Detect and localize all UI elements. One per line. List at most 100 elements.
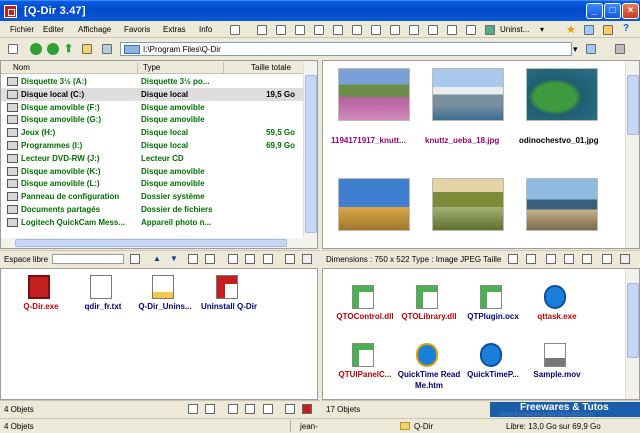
layout-4-icon[interactable]: [314, 25, 324, 35]
column-size[interactable]: Taille totale: [251, 63, 291, 72]
cut-icon[interactable]: [228, 254, 238, 264]
maximize-button[interactable]: □: [604, 3, 621, 19]
drive-row[interactable]: Documents partagés Dossier de fichiers: [1, 203, 305, 216]
layout-12-icon[interactable]: [466, 25, 476, 35]
go-icon[interactable]: [586, 44, 596, 54]
menu-editer[interactable]: Editer: [43, 25, 64, 34]
menu-extras[interactable]: Extras: [163, 25, 186, 34]
refresh-icon[interactable]: [205, 254, 215, 264]
layout-7-icon[interactable]: [371, 25, 381, 35]
menu-fichier[interactable]: Fichier: [10, 25, 34, 34]
drive-row[interactable]: Disque amovible (L:) Disque amovible: [1, 177, 305, 190]
cut-icon[interactable]: [546, 254, 556, 264]
image-thumb[interactable]: knuttz_ueba_18.jpg: [425, 63, 505, 145]
menu-info[interactable]: Info: [199, 25, 212, 34]
column-type[interactable]: Type: [143, 63, 160, 72]
copy-icon[interactable]: [245, 254, 255, 264]
list-view-icon[interactable]: [8, 44, 18, 54]
back-icon[interactable]: [30, 43, 42, 55]
vertical-scrollbar[interactable]: [303, 61, 317, 248]
scroll-thumb[interactable]: [305, 75, 317, 233]
watermark-url: www.freewares-tutos.blogspot.com: [500, 412, 594, 418]
cut-icon[interactable]: [228, 404, 238, 414]
pane-icon[interactable]: [302, 254, 312, 264]
copy-icon[interactable]: [245, 404, 255, 414]
layout-1-icon[interactable]: [257, 25, 267, 35]
image-thumb[interactable]: odinochestvo_01.jpg: [519, 63, 599, 145]
drive-row[interactable]: Panneau de configuration Dossier système: [1, 190, 305, 203]
image-thumb[interactable]: [425, 173, 505, 243]
column-name[interactable]: Nom: [13, 63, 30, 72]
filter-icon[interactable]: [188, 404, 198, 414]
refresh-icon[interactable]: [205, 404, 215, 414]
layout-9-icon[interactable]: [409, 25, 419, 35]
scroll-thumb[interactable]: [627, 283, 639, 358]
menu-affichage[interactable]: Affichage: [78, 25, 111, 34]
layout-8-icon[interactable]: [390, 25, 400, 35]
image-thumb[interactable]: [331, 173, 411, 243]
layout-2-icon[interactable]: [276, 25, 286, 35]
scroll-thumb[interactable]: [627, 75, 639, 135]
file-item[interactable]: Uninstall Q-Dir: [189, 271, 269, 331]
pane-icon[interactable]: [620, 254, 630, 264]
drive-row[interactable]: Lecteur DVD-RW (J:) Lecteur CD: [1, 152, 305, 165]
file-item[interactable]: qttask.exe: [517, 281, 597, 341]
images-footer: Dimensions : 750 x 522 Type : Image JPEG…: [322, 250, 640, 267]
drive-row[interactable]: Disque amovible (K:) Disque amovible: [1, 165, 305, 178]
help-icon[interactable]: ?: [623, 23, 629, 34]
drive-row[interactable]: Disquette 3½ (A:) Disquette 3½ po...: [1, 75, 305, 88]
paste-icon[interactable]: [582, 254, 592, 264]
address-bar[interactable]: I:\Program Files\Q-Dir: [120, 42, 572, 56]
down-icon[interactable]: ▼: [170, 254, 178, 263]
uninstall-icon[interactable]: [485, 25, 495, 35]
uninstall-label[interactable]: Uninst...: [500, 25, 529, 34]
edit-icon[interactable]: [285, 254, 295, 264]
drive-row[interactable]: Jeux (H:) Disque local 59,5 Go: [1, 126, 305, 139]
address-dropdown-icon[interactable]: ▾: [573, 44, 578, 55]
up-arrow-icon[interactable]: ⬆: [64, 42, 73, 55]
paste-icon[interactable]: [263, 404, 273, 414]
paste-icon[interactable]: [263, 254, 273, 264]
layout-6-icon[interactable]: [352, 25, 362, 35]
refresh-icon[interactable]: [615, 44, 625, 54]
forward-icon[interactable]: [47, 43, 59, 55]
view-options-icon[interactable]: [102, 44, 112, 54]
star-icon[interactable]: ★: [566, 23, 576, 36]
close-button[interactable]: ×: [622, 3, 639, 19]
drive-row[interactable]: Programmes (I:) Disque local 69,9 Go: [1, 139, 305, 152]
image-thumb[interactable]: 1194171917_knutt...: [331, 63, 411, 145]
layout-5-icon[interactable]: [333, 25, 343, 35]
vertical-scrollbar[interactable]: [625, 61, 639, 248]
menu-favoris[interactable]: Favoris: [124, 25, 150, 34]
scroll-thumb[interactable]: [15, 239, 287, 247]
filter-icon[interactable]: [188, 254, 198, 264]
layout-11-icon[interactable]: [447, 25, 457, 35]
minimize-button[interactable]: _: [586, 3, 603, 19]
layout-3-icon[interactable]: [295, 25, 305, 35]
edit-icon[interactable]: [602, 254, 612, 264]
filter-icon[interactable]: [508, 254, 518, 264]
vertical-scrollbar[interactable]: [625, 269, 639, 399]
drive-row[interactable]: Disque amovible (F:) Disque amovible: [1, 101, 305, 114]
layout-10-icon[interactable]: [428, 25, 438, 35]
up-icon[interactable]: ▲: [153, 254, 161, 263]
copy-icon[interactable]: [564, 254, 574, 264]
layout-grid-icon[interactable]: [230, 25, 240, 35]
edit-icon[interactable]: [285, 404, 295, 414]
uninstaller-icon: [152, 275, 174, 299]
folder-icon[interactable]: [82, 44, 92, 54]
refresh-icon[interactable]: [526, 254, 536, 264]
window-icon[interactable]: [584, 25, 594, 35]
tools-icon[interactable]: [130, 254, 140, 264]
drive-size: 59,5 Go: [266, 128, 295, 138]
pane-icon[interactable]: [302, 404, 312, 414]
drive-row[interactable]: Disque amovible (G:) Disque amovible: [1, 113, 305, 126]
horizontal-scrollbar[interactable]: [1, 238, 305, 248]
settings-icon[interactable]: [603, 25, 613, 35]
chevron-down-icon[interactable]: ▾: [540, 25, 544, 34]
drive-row[interactable]: Logitech QuickCam Mess... Appareil photo …: [1, 216, 305, 229]
file-item[interactable]: Sample.mov: [517, 339, 597, 399]
image-thumb[interactable]: [519, 173, 599, 243]
app-icon[interactable]: [4, 5, 17, 18]
drive-row[interactable]: Disque local (C:) Disque local 19,5 Go: [1, 87, 305, 101]
